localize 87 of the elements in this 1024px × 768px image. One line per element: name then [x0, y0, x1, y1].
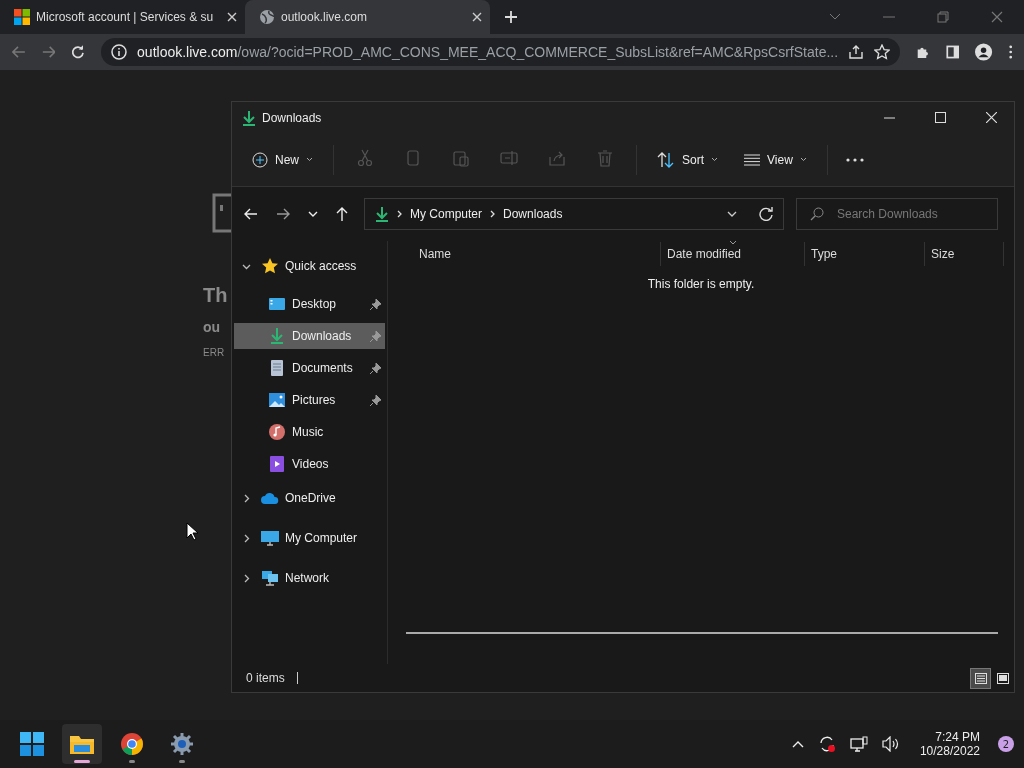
start-icon[interactable]	[20, 732, 44, 756]
chevron-right-icon[interactable]	[242, 493, 251, 503]
mouse-pointer-icon	[186, 522, 198, 541]
empty-folder-message: This folder is empty.	[646, 277, 756, 291]
globe-icon	[259, 9, 275, 25]
share-icon[interactable]	[848, 44, 865, 60]
download-icon	[375, 206, 389, 222]
nav-item[interactable]: Pictures	[234, 387, 385, 413]
up-arrow-icon[interactable]	[336, 207, 348, 221]
breadcrumb-item[interactable]: Downloads	[503, 207, 563, 221]
chevron-down-icon	[711, 157, 719, 162]
page-heading: Th	[203, 284, 228, 307]
forward-arrow-icon[interactable]	[41, 45, 56, 59]
reload-icon[interactable]	[71, 44, 86, 60]
chevron-down-icon	[799, 157, 807, 162]
list-icon	[744, 153, 761, 166]
sort-arrows-icon	[657, 151, 675, 168]
menu-icon[interactable]	[1008, 44, 1012, 60]
nav-item[interactable]: Documents	[234, 355, 385, 381]
plus-circle-icon	[252, 151, 268, 168]
nav-item[interactable]: Music	[234, 419, 385, 445]
desktop-icon	[268, 296, 286, 312]
download-icon	[242, 109, 256, 126]
view-button[interactable]: View	[734, 146, 817, 173]
close-icon[interactable]	[227, 12, 237, 22]
folder-icon[interactable]	[62, 724, 102, 764]
monitor-icon[interactable]	[849, 736, 868, 752]
profile-icon[interactable]	[975, 42, 993, 62]
star-icon[interactable]	[874, 44, 891, 60]
forward-arrow-icon[interactable]	[276, 208, 290, 220]
clock-time[interactable]: 7:24 PM	[935, 730, 980, 744]
sort-button[interactable]: Sort	[647, 145, 729, 174]
address-bar[interactable]: My Computer Downloads	[364, 198, 784, 230]
column-header[interactable]: Name	[388, 242, 660, 266]
column-header[interactable]: Date modified	[660, 242, 804, 266]
nav-item[interactable]: OneDrive	[234, 485, 385, 511]
scroll-bar[interactable]	[406, 632, 998, 634]
page-subheading: ou	[203, 319, 221, 335]
chevron-right-icon	[490, 210, 496, 218]
download-icon	[268, 328, 286, 344]
star-icon	[261, 258, 279, 274]
column-header[interactable]: Type	[804, 242, 924, 266]
list-icon	[974, 672, 987, 684]
network-icon	[261, 570, 279, 586]
picture-icon	[268, 392, 286, 408]
four-squares-icon	[14, 9, 30, 25]
clock-date[interactable]: 10/28/2022	[919, 744, 980, 758]
chevron-up-icon[interactable]	[791, 740, 804, 748]
chevron-down-icon	[306, 157, 313, 162]
side-panel-icon[interactable]	[945, 44, 960, 60]
address-bar[interactable]: outlook.live.com/owa/?ocid=PROD_AMC_CONS_MEE_ACQ_COMMERCE_SubsList&ref=AMC&RpsCsrfState...	[101, 38, 901, 66]
music-note-icon	[268, 424, 286, 440]
chevron-down-icon[interactable]	[727, 211, 737, 217]
nav-item[interactable]: Network	[234, 565, 385, 591]
new-button[interactable]: New	[242, 145, 323, 174]
chevron-right-icon	[397, 210, 402, 218]
nav-item[interactable]: My Computer	[234, 525, 385, 551]
column-header[interactable]: Size	[924, 242, 1004, 266]
monitor-icon	[261, 530, 279, 546]
plus-icon[interactable]	[504, 10, 518, 24]
nav-item[interactable]: Quick access	[234, 253, 385, 279]
video-icon	[268, 456, 286, 472]
cloud-icon	[261, 490, 279, 506]
restore-icon[interactable]	[937, 11, 949, 23]
more-icon[interactable]	[845, 157, 864, 162]
nav-item[interactable]: Downloads	[234, 323, 385, 349]
sync-icon[interactable]	[817, 735, 836, 753]
tile-icon	[996, 672, 1009, 684]
search-icon	[810, 207, 824, 221]
refresh-icon[interactable]	[759, 207, 773, 221]
speaker-icon[interactable]	[881, 736, 900, 752]
chevron-right-icon[interactable]	[242, 533, 251, 543]
chevron-right-icon[interactable]	[242, 573, 251, 583]
browser-tab[interactable]: outlook.live.com	[245, 0, 490, 34]
nav-item[interactable]: Videos	[234, 451, 385, 477]
maximize-icon[interactable]	[935, 112, 946, 123]
nav-item[interactable]: Desktop	[234, 291, 385, 317]
document-icon	[268, 360, 286, 376]
breadcrumb-item[interactable]: My Computer	[410, 207, 483, 221]
info-icon	[111, 44, 128, 60]
error-code: ERR	[203, 347, 225, 358]
window-title: Downloads	[262, 110, 322, 125]
close-icon[interactable]	[472, 12, 482, 22]
details-view-button[interactable]	[970, 667, 991, 689]
item-count: 0 items	[246, 671, 285, 685]
notification-badge[interactable]: 2	[998, 736, 1014, 752]
search-field[interactable]: Search Downloads	[796, 198, 998, 230]
